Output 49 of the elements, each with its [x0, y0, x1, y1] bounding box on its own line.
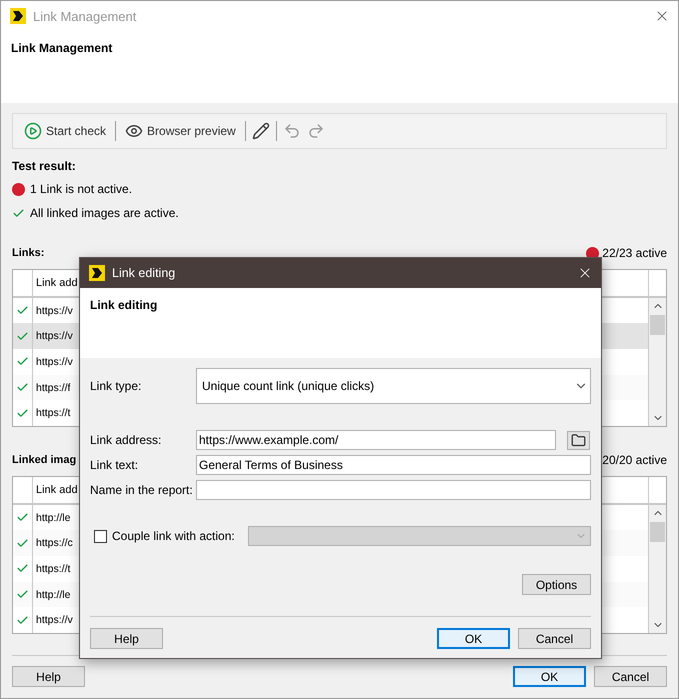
scrollbar-thumb[interactable] [650, 522, 665, 542]
dialog-button[interactable]: OK [437, 628, 510, 649]
link-text-field[interactable]: General Terms of Business [196, 455, 591, 475]
dialog-title: Link editing [112, 266, 176, 280]
field-label: Link type: [90, 379, 142, 393]
field-label: Link text: [90, 458, 140, 472]
play-icon [24, 122, 42, 140]
table-cell: https://v [36, 330, 73, 342]
summary-text: 22/23 active [602, 246, 667, 260]
edit-icon[interactable] [252, 122, 270, 140]
dialog-button[interactable]: OK [513, 666, 586, 687]
link-type-dropdown[interactable]: Unique count link (unique clicks) [196, 368, 591, 404]
options-button[interactable]: Options [522, 574, 591, 595]
table-cell: https://t [36, 407, 70, 420]
report-name-field[interactable] [196, 480, 591, 500]
section-label: Links: [12, 247, 44, 259]
table-cell: https://v [36, 614, 73, 626]
table-cell: http://le [36, 588, 70, 601]
table-cell: https://v [36, 304, 73, 316]
dialog-button[interactable]: Help [12, 666, 85, 687]
table-cell: https://c [36, 537, 73, 550]
section-label: Linked imag [12, 454, 76, 466]
dialog-button[interactable]: Cancel [518, 628, 591, 649]
browse-button[interactable] [567, 430, 590, 450]
link-address-field[interactable]: https://www.example.com/ [196, 430, 556, 450]
eye-icon [125, 122, 144, 140]
dialog-heading: Link editing [90, 298, 158, 312]
toolbar-button[interactable]: Browser preview [122, 120, 239, 142]
table-cell: https://f [36, 382, 70, 394]
column-header[interactable]: Link add [36, 484, 78, 496]
table-cell: https://v [36, 356, 73, 368]
column-header[interactable]: Link add [36, 276, 78, 289]
page-heading: Link Management [11, 41, 112, 55]
table-cell: http://le [36, 512, 70, 524]
section-label: Test result: [12, 159, 77, 173]
table-cell: https://t [36, 562, 70, 575]
summary-text: 20/20 active [602, 453, 667, 467]
status-text: 1 Link is not active. [30, 182, 132, 196]
status-text: All linked images are active. [30, 206, 179, 220]
field-label: Link address: [90, 433, 162, 447]
toolbar-button[interactable]: Start check [21, 120, 110, 142]
window-title: Link Management [33, 8, 138, 24]
dialog-button[interactable]: Cancel [594, 666, 667, 687]
logo-icon [89, 265, 105, 281]
dialog-button[interactable]: Help [90, 628, 163, 649]
scrollbar-thumb[interactable] [650, 315, 665, 335]
checkbox-label: Couple link with action: [112, 529, 236, 543]
logo-icon [10, 8, 26, 24]
field-label: Name in the report: [90, 483, 194, 497]
